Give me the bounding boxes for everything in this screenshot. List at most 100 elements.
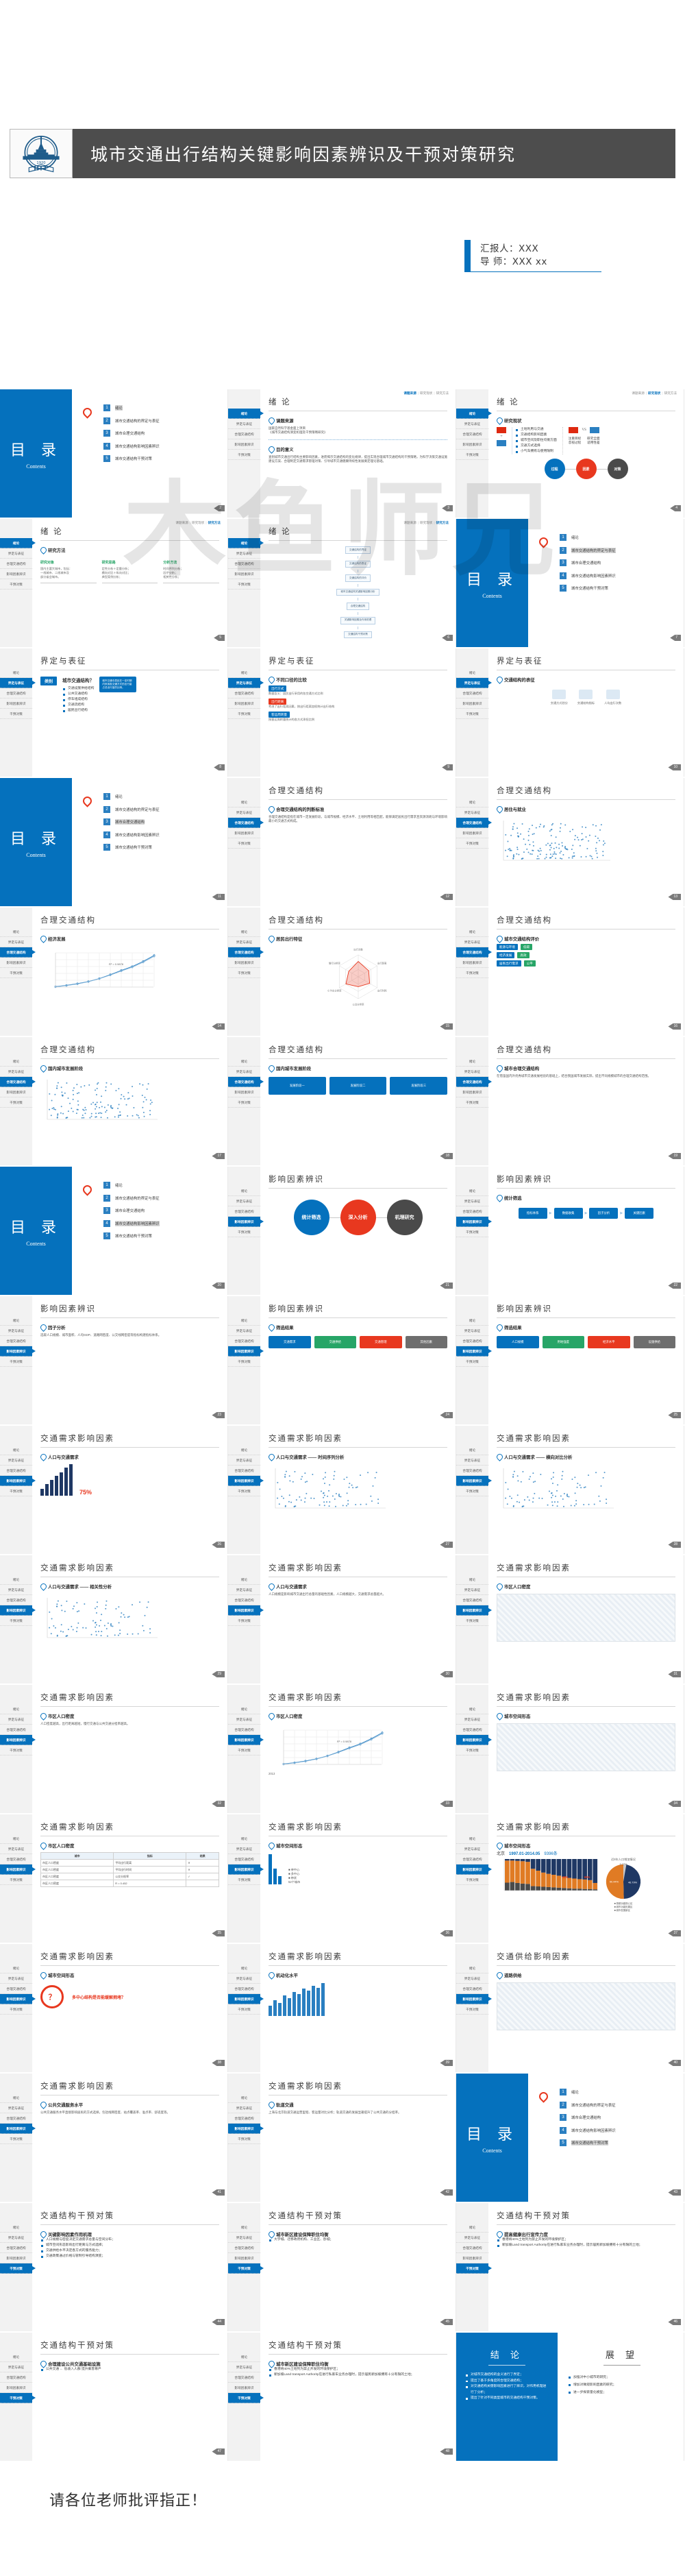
sidebar-item-1[interactable]: 界定与表征 [456, 807, 488, 818]
toc-item[interactable]: 2 城市交通结构的界定与表征 [86, 805, 227, 813]
toc-item[interactable]: 1 绪论 [86, 793, 227, 800]
sidebar-item-2[interactable]: 合理交通结构 [228, 1336, 260, 1346]
sidebar-item-0[interactable]: 绪论 [456, 1315, 488, 1326]
sidebar-item-4[interactable]: 干预对策 [456, 450, 488, 460]
sidebar-item-4[interactable]: 干预对策 [0, 968, 32, 978]
sidebar-item-1[interactable]: 界定与表征 [456, 1067, 488, 1077]
sidebar-item-0[interactable]: 绪论 [228, 1704, 260, 1714]
sidebar-item-2[interactable]: 合理交通结构 [0, 688, 32, 698]
sidebar-item-0[interactable]: 绪论 [0, 1056, 32, 1067]
sidebar-item-1[interactable]: 界定与表征 [0, 1973, 32, 1984]
sidebar-item-2[interactable]: 合理交通结构 [228, 1854, 260, 1864]
sidebar-item-4[interactable]: 干预对策 [228, 1357, 260, 1367]
sidebar-item-4[interactable]: 干预对策 [456, 709, 488, 719]
circle-0[interactable]: 过程 [544, 459, 565, 479]
tab-0[interactable]: 课题来源 [403, 391, 416, 395]
sidebar-item-3[interactable]: 影响因素辨识 [456, 1217, 492, 1227]
circle-2[interactable]: 机理研究 [386, 1200, 423, 1235]
sidebar-item-3[interactable]: 影响因素辨识 [228, 698, 260, 709]
slide-thumbnail-37[interactable]: 绪论 界定与表征 合理交通结构 影响因素辨识 干预对策 交通需求影响因素 城市空间形态 北京 1… [456, 1814, 684, 1943]
sidebar-item-3[interactable]: 影响因素辨识 [228, 1994, 264, 2004]
sidebar-item-0[interactable]: 绪论 [456, 1056, 488, 1067]
sidebar-item-4[interactable]: 干预对策 [456, 1097, 488, 1108]
slide-thumbnail-45[interactable]: 绪论 界定与表征 合理交通结构 影响因素辨识 干预对策 交通结构干预对策 城市新区建设保障职… [228, 2203, 456, 2331]
sidebar-item-4[interactable]: 干预对策 [228, 2134, 260, 2144]
sidebar-item-0[interactable]: 绪论 [228, 1575, 260, 1585]
sidebar-item-0[interactable]: 绪论 [0, 2352, 32, 2362]
slide-thumbnail-40[interactable]: 绪论 界定与表征 合理交通结构 影响因素辨识 干预对策 交通供给影响因素 道路供给 40 [456, 1944, 684, 2072]
slide-thumbnail-33[interactable]: 绪论 界定与表征 合理交通结构 影响因素辨识 干预对策 交通需求影响因素 市区人口密度 R² … [228, 1685, 456, 1813]
sidebar-item-3[interactable]: 影响因素辨识 [456, 1735, 492, 1745]
sidebar-item-0[interactable]: 绪论 [456, 1704, 488, 1714]
slide-thumbnail-49[interactable]: 结 论对城市交通结构的含义进行了界定； 提出了基于多角度的合理交通结构； 对交通结构… [456, 2333, 684, 2461]
sidebar-item-4[interactable]: 干预对策 [228, 968, 260, 978]
sidebar-item-0[interactable]: 绪论 [228, 1056, 260, 1067]
sidebar-item-0[interactable]: 绪论 [0, 1575, 32, 1585]
sidebar-item-1[interactable]: 界定与表征 [228, 678, 264, 688]
sidebar-item-1[interactable]: 界定与表征 [228, 1844, 260, 1854]
tab-2[interactable]: 研究方法 [436, 521, 449, 524]
sidebar-item-2[interactable]: 合理交通结构 [456, 818, 492, 828]
sidebar-item-2[interactable]: 合理交通结构 [228, 818, 264, 828]
sidebar-item-2[interactable]: 合理交通结构 [228, 1725, 260, 1735]
sidebar-item-3[interactable]: 影响因素辨识 [0, 1605, 36, 1616]
sidebar-item-0[interactable]: 绪论 [0, 1834, 32, 1844]
sidebar-item-0[interactable]: 绪论 [0, 1963, 32, 1973]
sidebar-item-1[interactable]: 界定与表征 [0, 1844, 32, 1854]
sidebar-item-1[interactable]: 界定与表征 [0, 937, 32, 947]
sidebar-item-4[interactable]: 干预对策 [0, 1097, 32, 1108]
slide-thumbnail-17[interactable]: 绪论 界定与表征 合理交通结构 影响因素辨识 干预对策 合理交通结构 国内城市发展阶段 17 [0, 1037, 228, 1165]
tab-2[interactable]: 研究方法 [664, 391, 677, 395]
sidebar-item-0[interactable]: 绪论 [456, 409, 492, 419]
sidebar-item-0[interactable]: 绪论 [228, 1445, 260, 1455]
sidebar-item-0[interactable]: 绪论 [456, 1445, 488, 1455]
sidebar-item-2[interactable]: 合理交通结构 [228, 1984, 260, 1994]
sidebar-item-2[interactable]: 合理交通结构 [228, 429, 260, 439]
sidebar-item-2[interactable]: 合理交通结构 [456, 2243, 488, 2253]
sidebar-item-1[interactable]: 界定与表征 [228, 419, 260, 429]
sidebar-item-0[interactable]: 绪论 [0, 1704, 32, 1714]
sidebar-item-1[interactable]: 界定与表征 [0, 2233, 32, 2243]
slide-thumbnail-10[interactable]: 绪论 界定与表征 合理交通结构 影响因素辨识 干预对策 界定与表征 交通结构的表征 交通方式划… [456, 648, 684, 777]
sidebar-item-0[interactable]: 绪论 [456, 927, 488, 937]
sidebar-item-0[interactable]: 绪论 [228, 1834, 260, 1844]
sidebar-item-3[interactable]: 影响因素辨识 [456, 1346, 492, 1357]
sidebar-item-0[interactable]: 绪论 [456, 1575, 488, 1585]
sidebar-item-2[interactable]: 合理交通结构 [228, 2243, 260, 2253]
slide-thumbnail-11[interactable]: 目 录 Contents 1 绪论 2 城市交通结构的界定与表征 3 城市合理交通结构 4 城市交… [0, 778, 228, 906]
sidebar-item-3[interactable]: 影响因素辨识 [228, 1605, 264, 1616]
slide-thumbnail-34[interactable]: 绪论 界定与表征 合理交通结构 影响因素辨识 干预对策 交通需求影响因素 城市空间形态 34 [456, 1685, 684, 1813]
slide-thumbnail-43[interactable]: 目 录 Contents 1 绪论 2 城市交通结构的界定与表征 3 城市合理交通结构 4 城市交… [456, 2074, 684, 2202]
sidebar-item-2[interactable]: 合理交通结构 [0, 1336, 32, 1346]
sidebar-item-1[interactable]: 界定与表征 [456, 937, 488, 947]
sidebar-item-1[interactable]: 界定与表征 [456, 1326, 488, 1336]
sidebar-item-1[interactable]: 界定与表征 [456, 1455, 488, 1466]
sidebar-item-2[interactable]: 合理交通结构 [0, 1854, 32, 1864]
sidebar-item-3[interactable]: 影响因素辨识 [456, 958, 488, 968]
tab-2[interactable]: 研究方法 [436, 391, 449, 395]
sidebar-item-3[interactable]: 影响因素辨识 [228, 1735, 264, 1745]
toc-item[interactable]: 1 绪论 [86, 1182, 227, 1189]
toc-item[interactable]: 5 城市交通结构干预对策 [542, 2139, 684, 2146]
toc-item[interactable]: 3 城市合理交通结构 [86, 818, 227, 825]
sidebar-item-3[interactable]: 影响因素辨识 [456, 2253, 488, 2263]
sidebar-item-3[interactable]: 影响因素辨识 [0, 2253, 32, 2263]
sidebar-item-4[interactable]: 干预对策 [0, 1357, 32, 1367]
sidebar-item-0[interactable]: 绪论 [228, 927, 260, 937]
slide-thumbnail-6[interactable]: 绪论 界定与表征 合理交通结构 影响因素辨识 干预对策 课题来源 | 研究现状 | 研究方法绪 论… [228, 519, 456, 647]
sidebar-item-4[interactable]: 干预对策 [228, 2004, 260, 2015]
toc-item[interactable]: 3 城市合理交通结构 [86, 430, 227, 437]
sidebar-item-2[interactable]: 合理交通结构 [228, 1466, 260, 1476]
sidebar-item-2[interactable]: 合理交通结构 [228, 2372, 260, 2383]
sidebar-item-2[interactable]: 合理交通结构 [228, 1077, 264, 1087]
sidebar-item-0[interactable]: 绪论 [228, 668, 260, 678]
sidebar-item-3[interactable]: 影响因素辨识 [0, 1346, 36, 1357]
toc-item[interactable]: 5 城市交通结构干预对策 [86, 455, 227, 462]
sidebar-item-0[interactable]: 绪论 [456, 668, 488, 678]
sidebar-item-4[interactable]: 干预对策 [456, 1875, 488, 1885]
sidebar-item-3[interactable]: 影响因素辨识 [0, 1087, 32, 1097]
sidebar-item-0[interactable]: 绪论 [228, 2352, 260, 2362]
sidebar-item-2[interactable]: 合理交通结构 [0, 1984, 32, 1994]
tab-1[interactable]: 研究现状 [192, 521, 204, 524]
sidebar-item-0[interactable]: 绪论 [228, 1186, 260, 1196]
